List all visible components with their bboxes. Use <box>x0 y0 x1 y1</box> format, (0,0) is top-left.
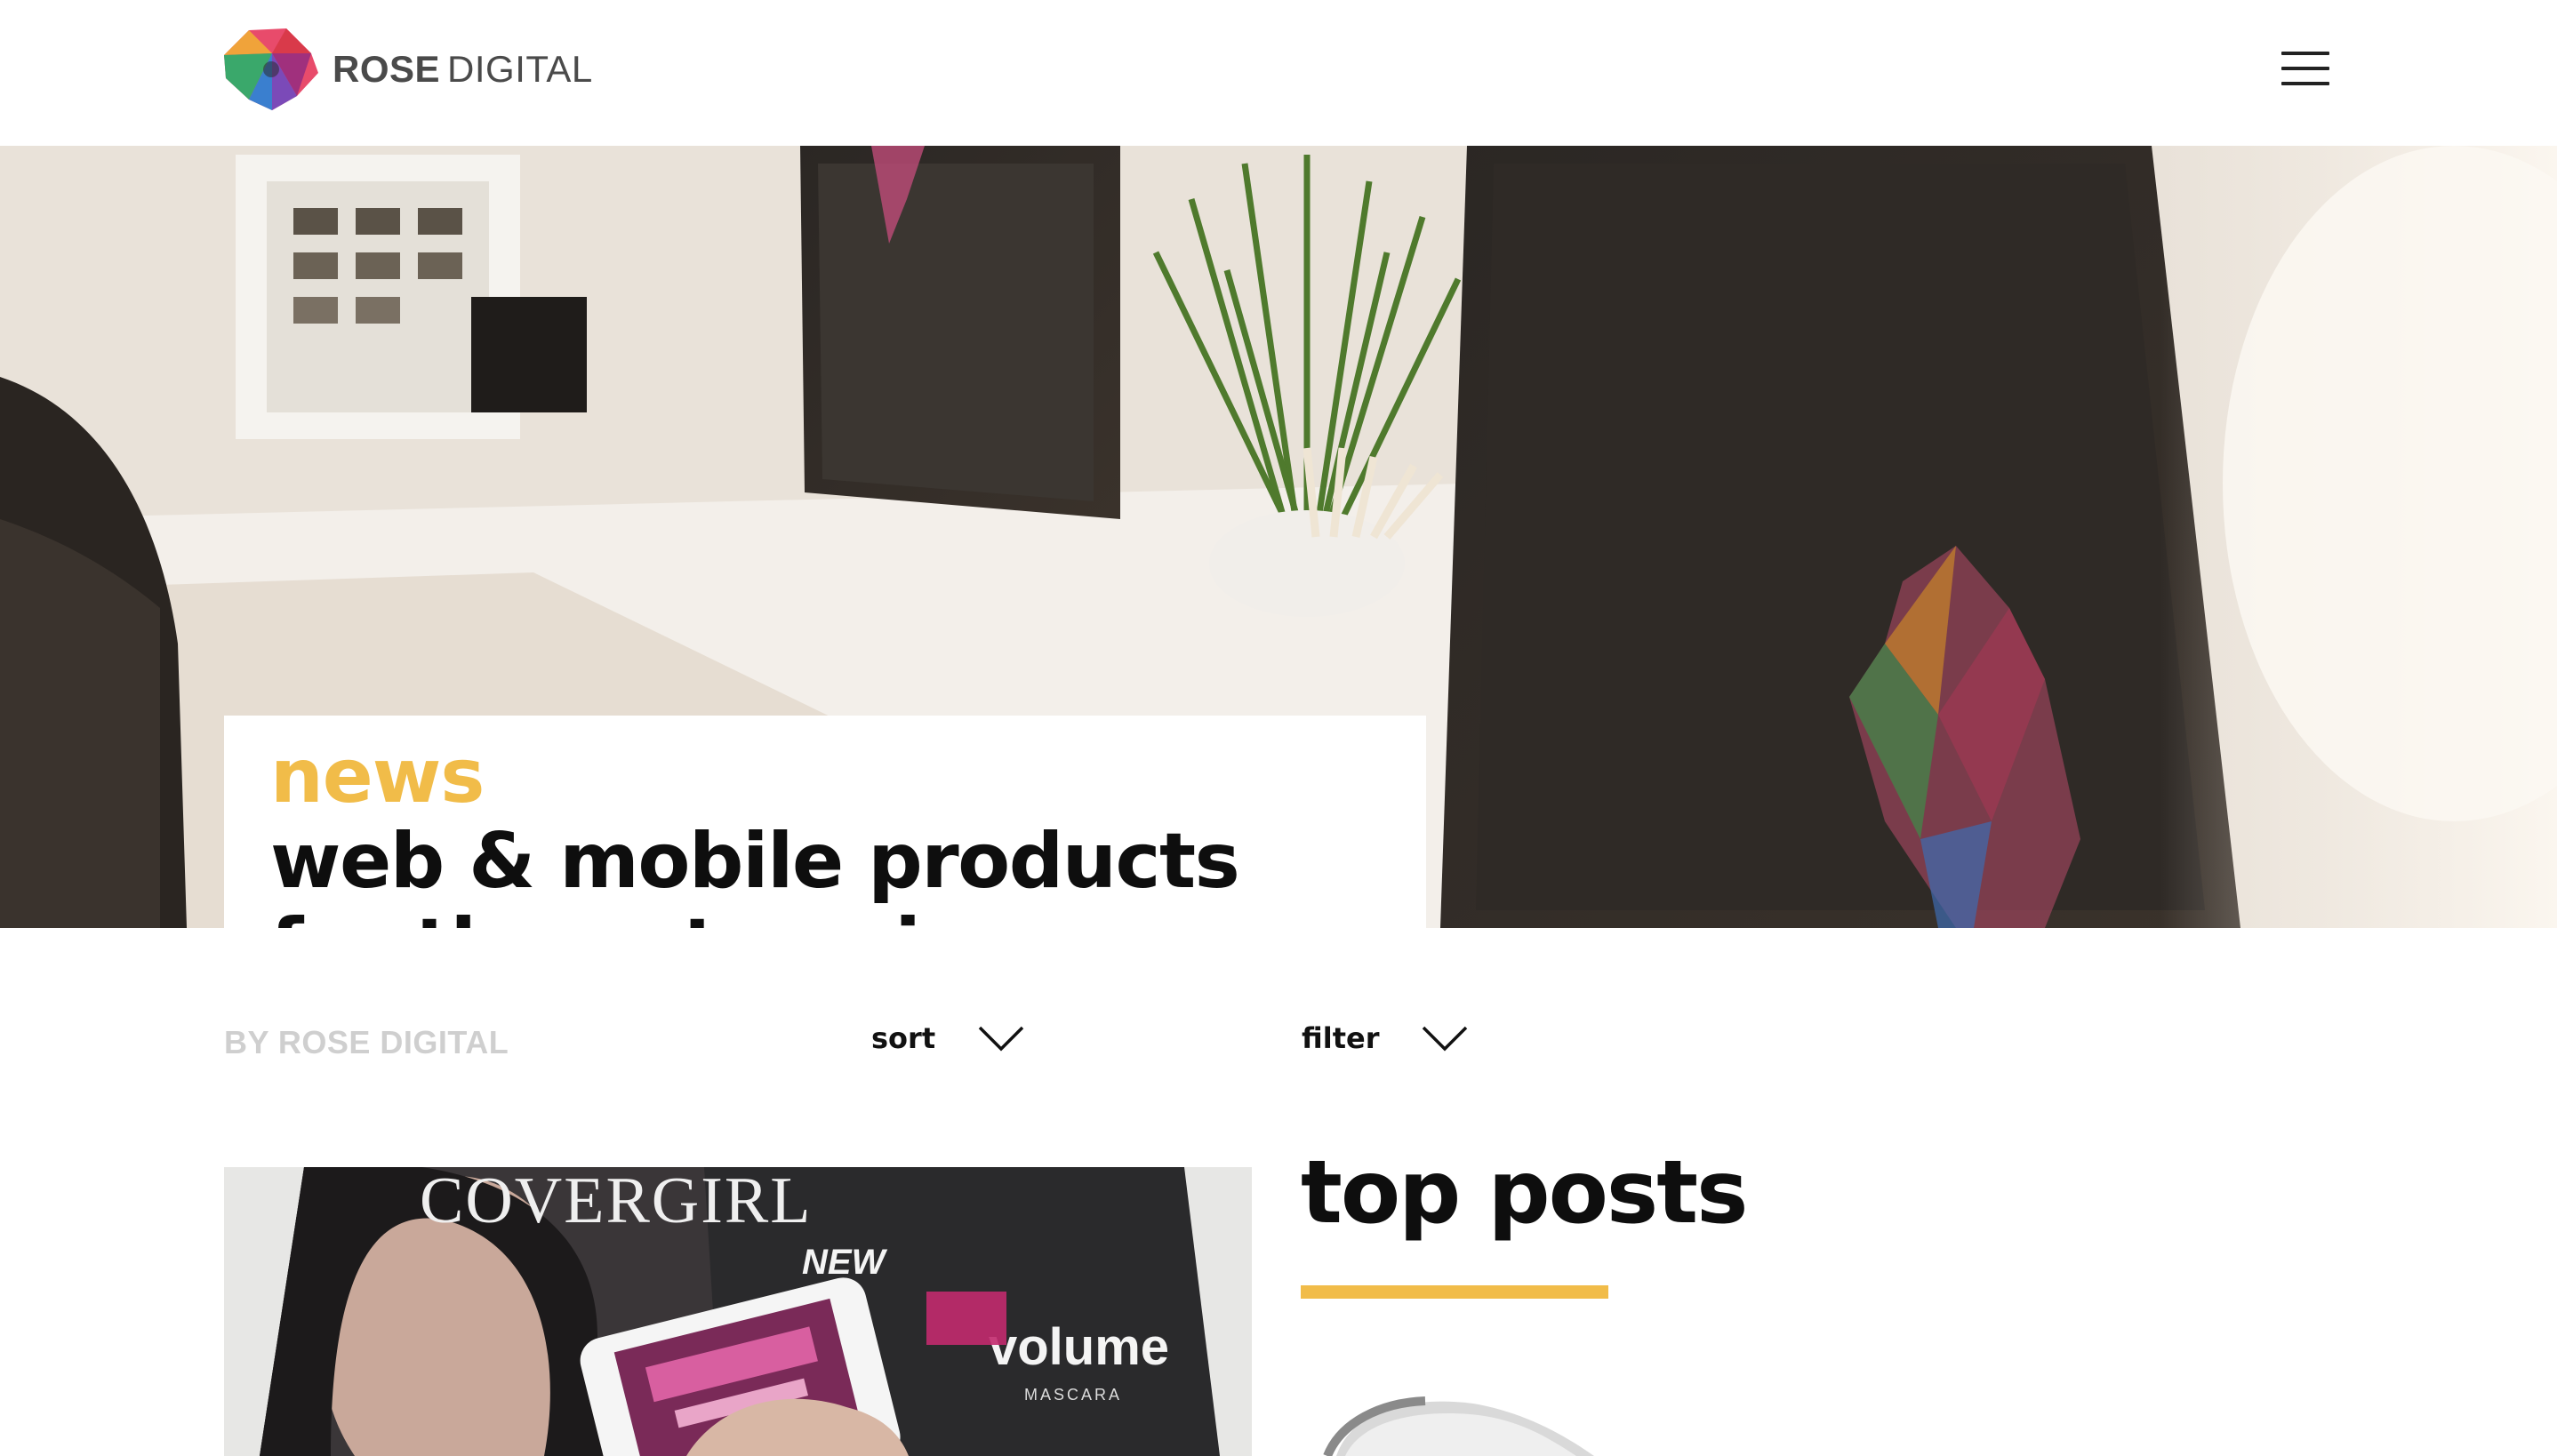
hero-title-line2: for the enterprise <box>270 904 1380 928</box>
site-logo[interactable]: ROSE DIGITAL <box>222 27 593 112</box>
logo-wordmark-bold: ROSE <box>333 48 441 90</box>
top-posts-heading: top posts <box>1301 1142 1748 1244</box>
logo-wordmark: ROSE DIGITAL <box>333 48 593 91</box>
hero-title-line1: web & mobile products <box>270 817 1240 906</box>
hero-headline-card: news web & mobile products for the enter… <box>224 716 1426 928</box>
hamburger-menu-icon[interactable] <box>2281 52 2329 87</box>
magazine-sub-text: MASCARA <box>1024 1386 1122 1404</box>
hero-kicker: news <box>270 732 485 820</box>
filter-dropdown[interactable]: filter <box>1302 1013 1468 1063</box>
hero-banner: news web & mobile products for the enter… <box>0 146 2557 928</box>
magazine-new-text: NEW <box>802 1243 888 1282</box>
chevron-down-icon <box>978 1026 1024 1052</box>
byline: BY ROSE DIGITAL <box>224 1024 509 1060</box>
magazine-product-text: volume <box>989 1318 1169 1376</box>
site-header: ROSE DIGITAL <box>0 0 2557 146</box>
sort-dropdown[interactable]: sort <box>871 1013 1024 1063</box>
magazine-ad-photo: COVERGIRL NEW volume MASCARA <box>224 1167 1252 1456</box>
magazine-brand-text: COVERGIRL <box>420 1167 812 1237</box>
top-posts-underline <box>1301 1285 1608 1299</box>
logo-wordmark-light: DIGITAL <box>447 48 593 90</box>
vr-headset-photo <box>1301 1369 1621 1456</box>
rose-digital-logo-icon <box>224 28 318 110</box>
sort-label: sort <box>871 1021 936 1055</box>
filter-label: filter <box>1302 1021 1380 1055</box>
post-card-image[interactable]: COVERGIRL NEW volume MASCARA <box>224 1167 1252 1456</box>
top-post-thumbnail[interactable] <box>1301 1369 1621 1456</box>
chevron-down-icon <box>1423 1026 1468 1052</box>
